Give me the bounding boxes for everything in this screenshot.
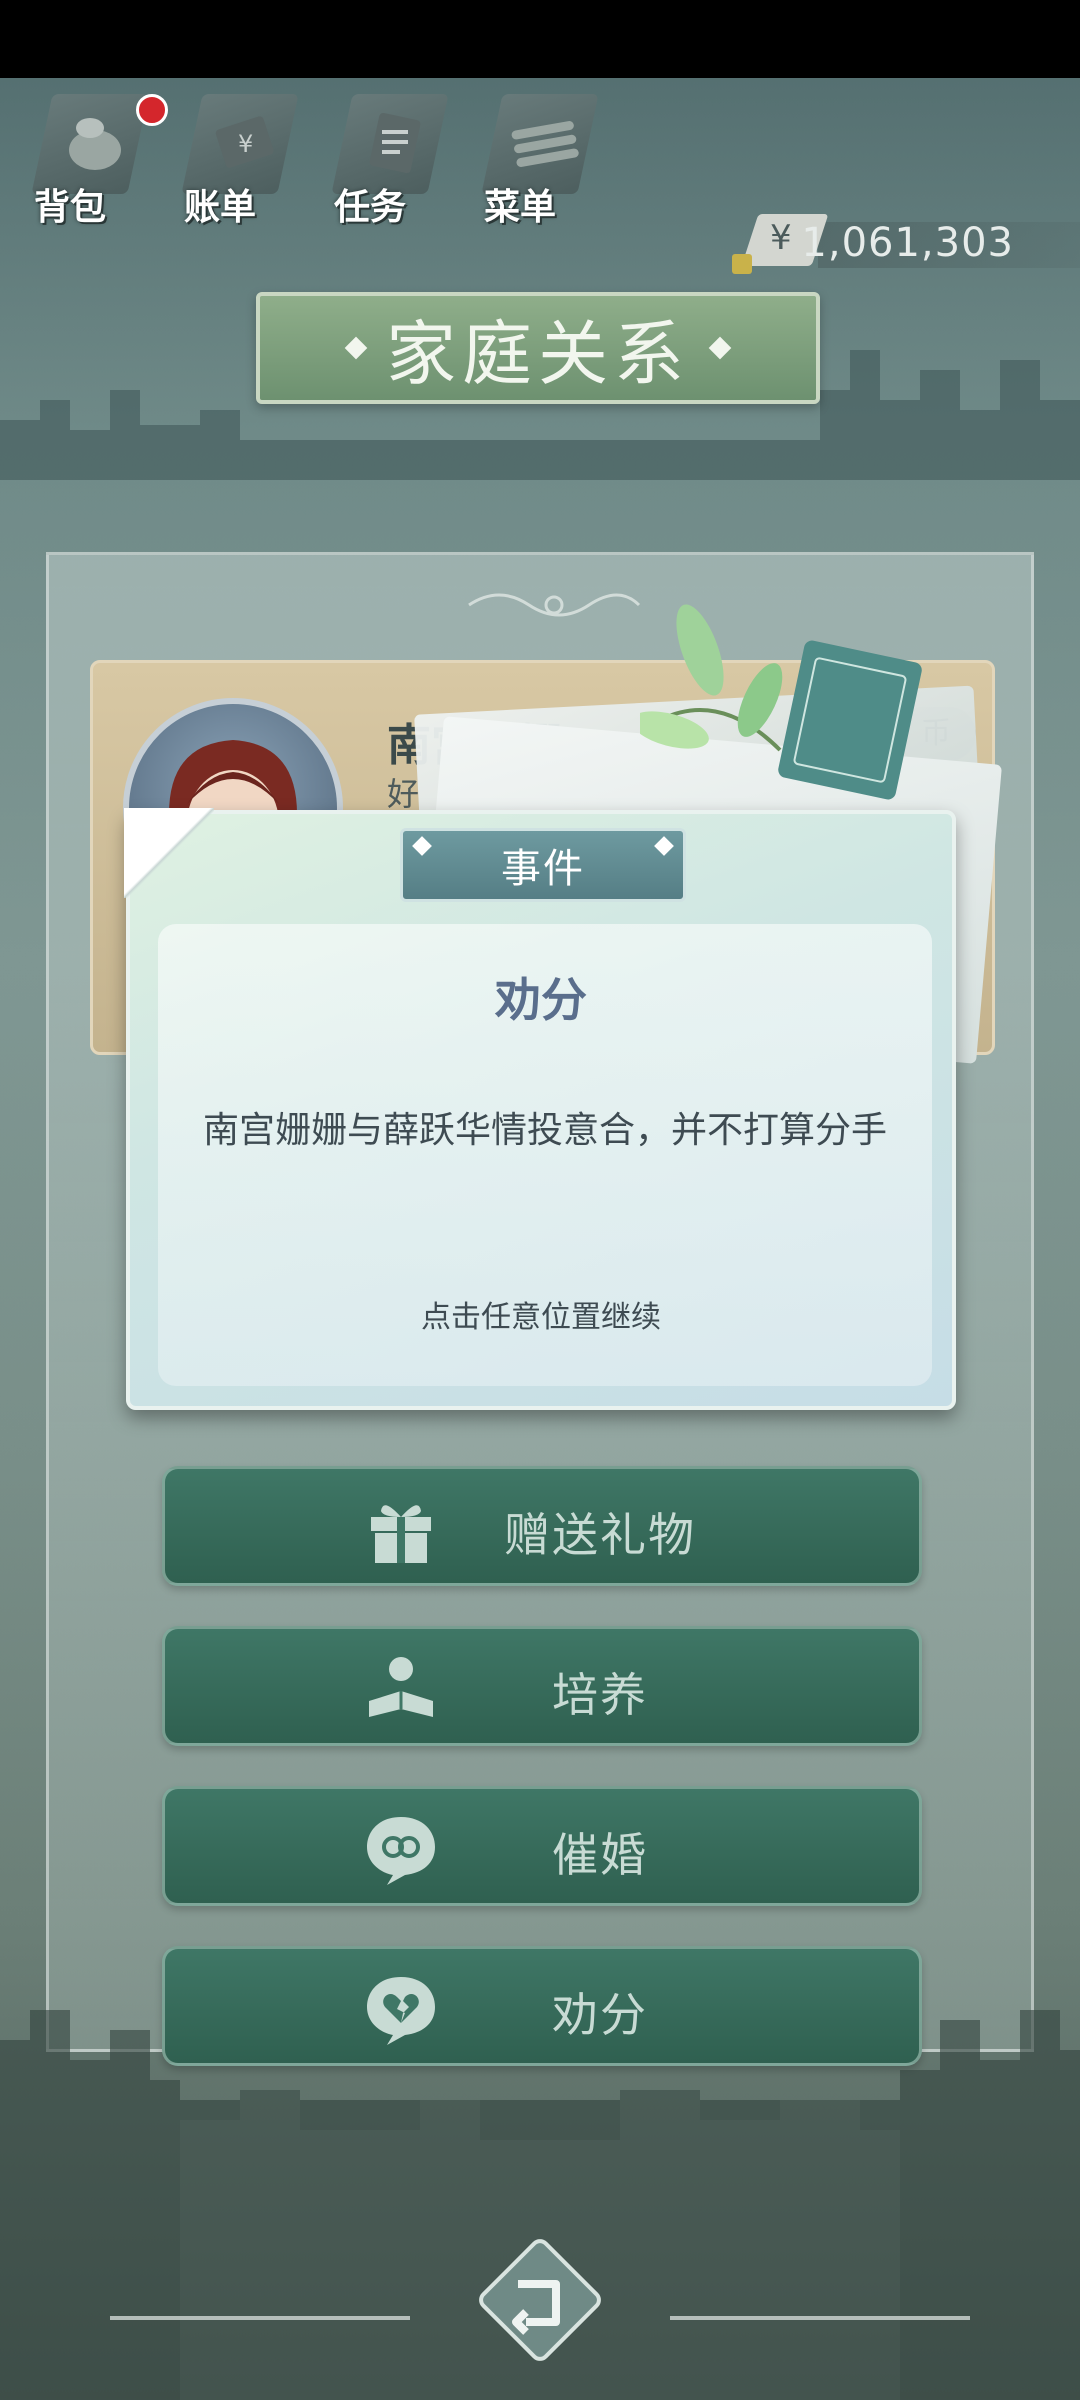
- yen-icon: ¥: [770, 218, 792, 258]
- continue-hint: 点击任意位置继续: [421, 1300, 661, 1335]
- event-dialog-tab: 事件: [400, 828, 686, 902]
- top-nav: 背包 ¥ 账单 任务 菜单 ¥ 1,061,303: [20, 80, 1080, 274]
- urge-marriage-button[interactable]: 催婚: [162, 1786, 922, 1906]
- event-dialog[interactable]: 事件 劝分 南宫姗姗与薛跃华情投意合，并不打算分手 点击任意位置继续: [124, 808, 956, 1410]
- status-bar: [0, 0, 1080, 78]
- page-title-text: 家庭关系: [386, 312, 690, 395]
- backpack-icon: [69, 118, 121, 170]
- money-display: ¥ 1,061,303: [732, 214, 1080, 274]
- event-title: 劝分: [495, 973, 587, 1027]
- nav-backpack-label: 背包: [34, 187, 107, 228]
- diamond-ornament-icon: [654, 836, 674, 856]
- task-icon: [369, 112, 421, 174]
- page-curl-decoration: [124, 808, 214, 898]
- event-message: 南宫姗姗与薛跃华情投意合，并不打算分手: [202, 1110, 887, 1151]
- nav-bill-label: 账单: [184, 187, 257, 228]
- nav-menu-label: 菜单: [484, 187, 557, 228]
- back-button[interactable]: [470, 2230, 610, 2370]
- notification-dot: [136, 94, 168, 126]
- nav-backpack-button[interactable]: 背包: [20, 80, 168, 230]
- nav-menu-button[interactable]: 菜单: [470, 80, 600, 230]
- character-favor-label: 好: [387, 775, 420, 813]
- give-gift-button[interactable]: 赠送礼物: [162, 1466, 922, 1586]
- diamond-ornament-icon: [344, 336, 368, 360]
- svg-text:¥: ¥: [238, 130, 253, 158]
- nurture-label: 培养: [552, 1668, 648, 1722]
- nav-bill-button[interactable]: ¥ 账单: [170, 80, 300, 230]
- nurture-button[interactable]: 培养: [162, 1626, 922, 1746]
- page-title: 家庭关系: [256, 292, 820, 404]
- diamond-ornament-icon: [708, 336, 732, 360]
- give-gift-label: 赠送礼物: [504, 1508, 696, 1562]
- event-tab-label: 事件: [501, 846, 585, 892]
- nav-task-button[interactable]: 任务: [320, 80, 450, 230]
- scroll-ornament-icon: [468, 593, 641, 617]
- divider-line: [110, 2316, 410, 2320]
- nav-task-label: 任务: [334, 187, 407, 228]
- divider-line: [670, 2316, 970, 2320]
- diamond-ornament-icon: [412, 836, 432, 856]
- urge-marriage-label: 催婚: [552, 1828, 648, 1882]
- coin-icon: [732, 254, 752, 274]
- menu-icon: [511, 121, 579, 167]
- bill-icon: ¥: [215, 116, 274, 168]
- leaves-card-decoration-icon: [640, 604, 922, 800]
- money-amount: 1,061,303: [801, 220, 1014, 266]
